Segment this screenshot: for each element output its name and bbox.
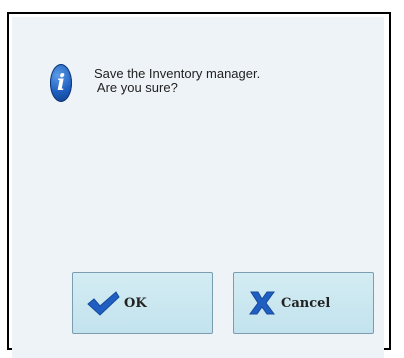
ok-button-label: OK [124, 295, 147, 311]
confirm-dialog: i Save the Inventory manager. Are you su… [12, 17, 384, 358]
message-line-1: Save the Inventory manager. [94, 66, 261, 81]
cancel-button[interactable]: Cancel [233, 272, 374, 334]
info-icon: i [50, 64, 72, 102]
dialog-message: Save the Inventory manager. Are you sure… [94, 67, 260, 95]
checkmark-icon [87, 291, 120, 316]
ok-button[interactable]: OK [72, 272, 213, 334]
message-line-2: Are you sure? [94, 80, 178, 95]
cancel-button-label: Cancel [281, 295, 331, 311]
x-mark-icon [249, 291, 275, 315]
